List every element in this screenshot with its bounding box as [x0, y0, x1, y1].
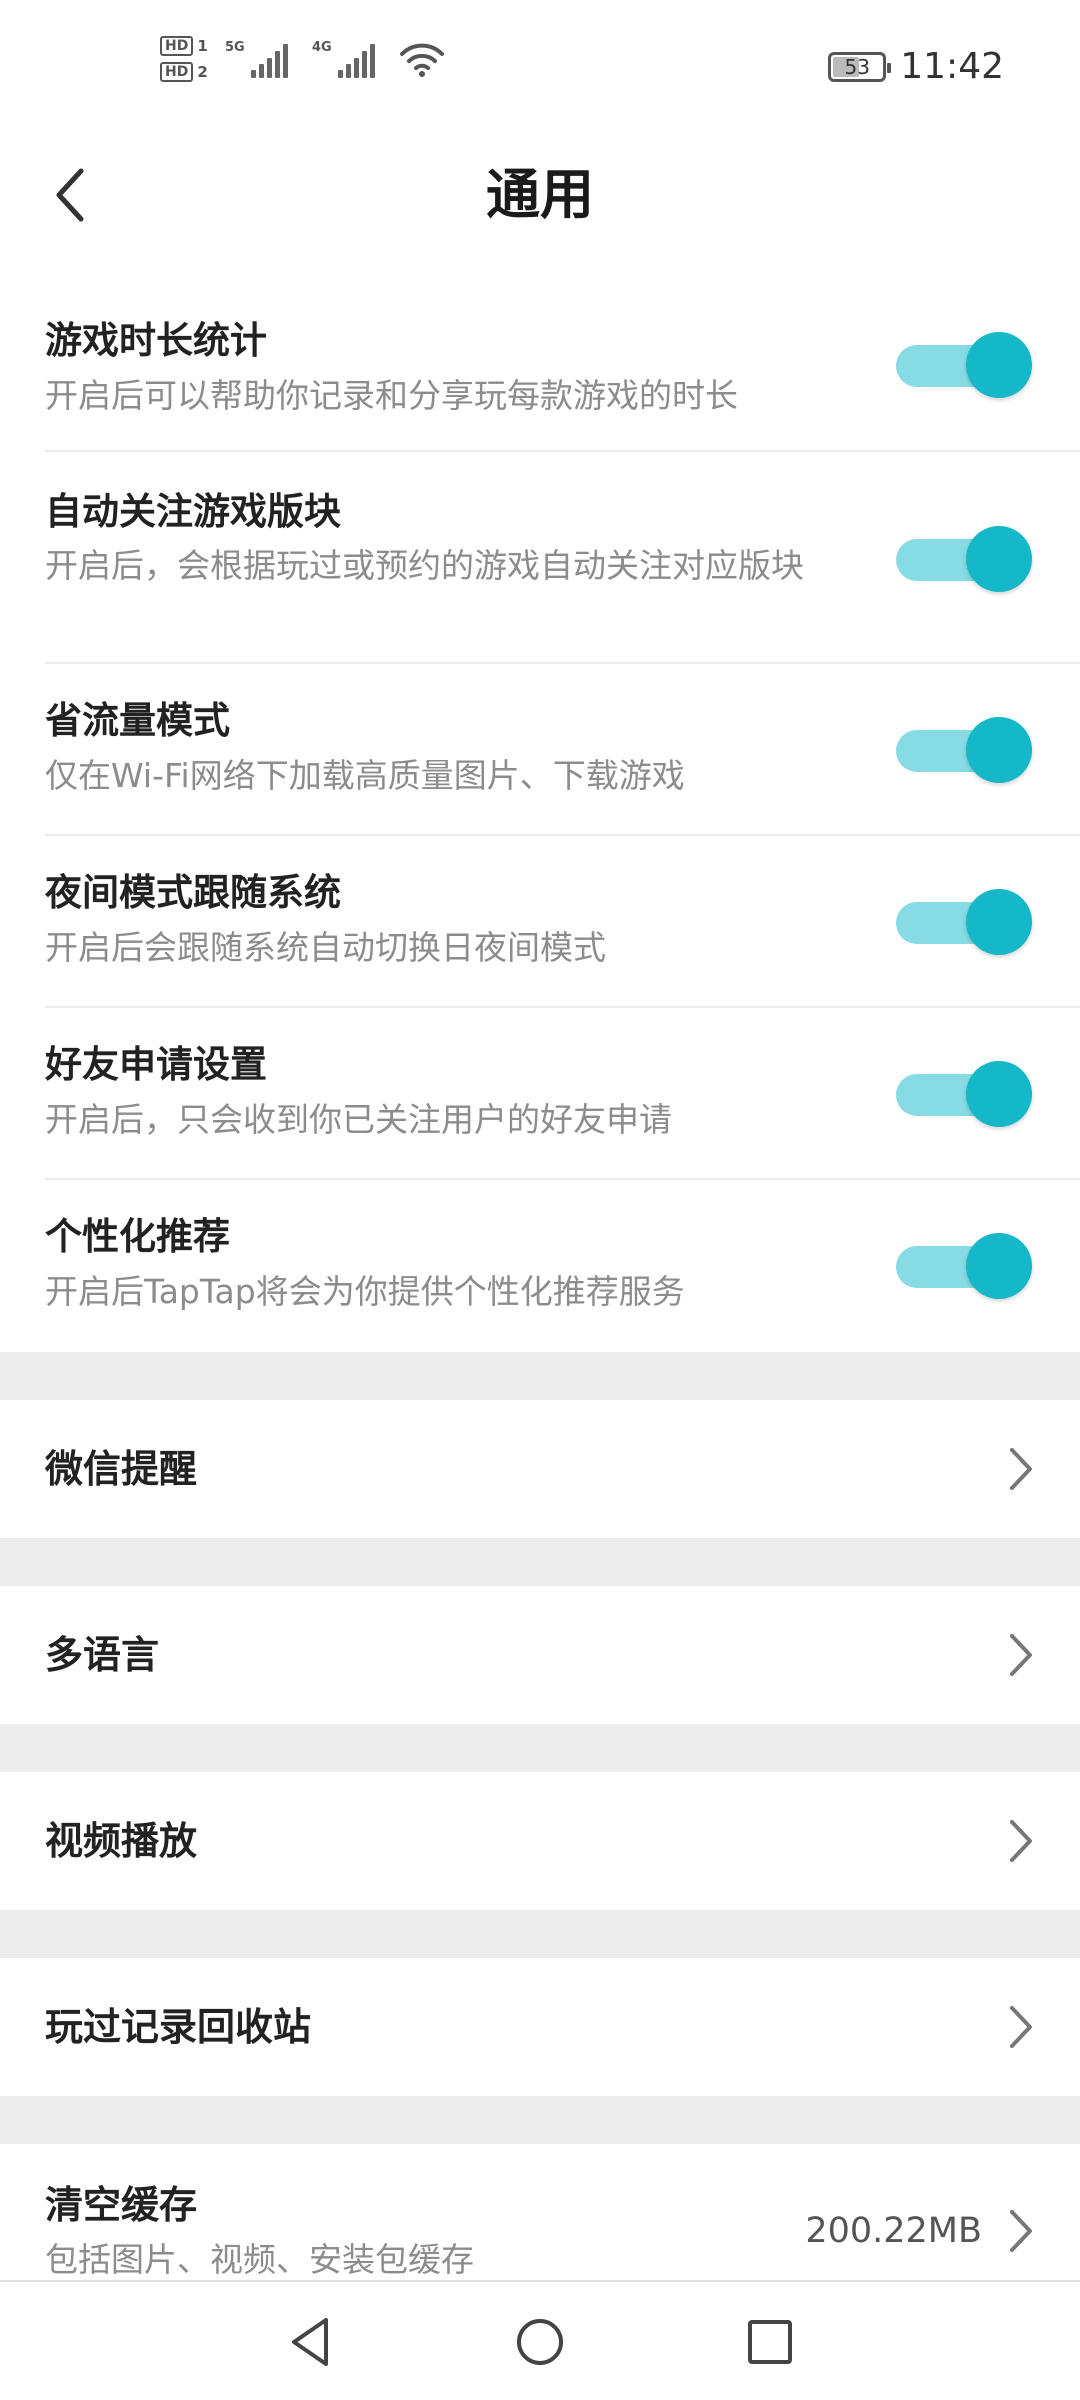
- setting-description: 开启后，只会收到你已关注用户的好友申请: [45, 1100, 672, 1139]
- signal-5g-icon: 5G: [225, 40, 288, 78]
- square-recent-icon[interactable]: [740, 2312, 800, 2372]
- hd-badge-2: HD: [160, 62, 194, 82]
- setting-description: 开启后TapTap将会为你提供个性化推荐服务: [45, 1272, 685, 1311]
- system-navigation-bar: [0, 2280, 1080, 2400]
- chevron-right-icon: [1010, 2210, 1032, 2252]
- sim-2-label: 2: [197, 63, 208, 81]
- hd-badge-1: HD: [160, 36, 194, 56]
- setting-title: 个性化推荐: [45, 1215, 230, 1258]
- app-header: 通用: [0, 130, 1080, 260]
- setting-title: 夜间模式跟随系统: [45, 871, 341, 914]
- nav-row-label: 多语言: [45, 1633, 160, 1677]
- toggle-switch[interactable]: [896, 330, 1032, 400]
- nav-row-video-playback[interactable]: 视频播放: [0, 1772, 1080, 1910]
- chevron-right-icon: [1010, 1448, 1032, 1490]
- chevron-right-icon: [1010, 1634, 1032, 1676]
- clock: 11:42: [900, 46, 1004, 87]
- battery-icon: 53: [828, 51, 892, 82]
- nav-row-language[interactable]: 多语言: [0, 1586, 1080, 1724]
- page-title: 通用: [486, 163, 594, 226]
- setting-description: 仅在Wi-Fi网络下加载高质量图片、下载游戏: [45, 756, 685, 795]
- setting-title: 好友申请设置: [45, 1043, 267, 1086]
- setting-row-playtime-stats: 游戏时长统计 开启后可以帮助你记录和分享玩每款游戏的时长: [45, 300, 1080, 452]
- setting-title: 自动关注游戏版块: [45, 490, 341, 533]
- setting-row-auto-follow: 自动关注游戏版块 开启后，会根据玩过或预约的游戏自动关注对应版块: [45, 452, 1080, 664]
- wifi-icon: [400, 43, 444, 77]
- section-divider: [0, 1910, 1080, 1958]
- chevron-right-icon: [1010, 1820, 1032, 1862]
- nav-row-label: 玩过记录回收站: [45, 2005, 312, 2049]
- nav-row-label: 清空缓存: [45, 2183, 198, 2227]
- status-bar: HD 1 HD 2 5G 4G 53 11:42: [0, 0, 1080, 130]
- setting-row-night-mode: 夜间模式跟随系统 开启后会跟随系统自动切换日夜间模式: [45, 836, 1080, 1008]
- section-divider: [0, 1538, 1080, 1586]
- chevron-right-icon: [1010, 2006, 1032, 2048]
- circle-home-icon[interactable]: [510, 2312, 570, 2372]
- setting-description: 开启后，会根据玩过或预约的游戏自动关注对应版块: [45, 546, 804, 585]
- toggle-switch[interactable]: [896, 524, 1032, 594]
- setting-description: 开启后可以帮助你记录和分享玩每款游戏的时长: [45, 376, 738, 415]
- setting-row-friend-request: 好友申请设置 开启后，只会收到你已关注用户的好友申请: [45, 1008, 1080, 1180]
- battery-level: 53: [844, 54, 870, 79]
- setting-row-data-saver: 省流量模式 仅在Wi-Fi网络下加载高质量图片、下载游戏: [45, 664, 1080, 836]
- setting-title: 省流量模式: [45, 699, 230, 742]
- nav-row-clear-cache[interactable]: 清空缓存 包括图片、视频、安装包缓存 200.22MB: [0, 2144, 1080, 2280]
- toggle-switch[interactable]: [896, 1231, 1032, 1301]
- cache-size: 200.22MB: [805, 2211, 982, 2251]
- section-divider: [0, 2096, 1080, 2144]
- nav-row-played-history-bin[interactable]: 玩过记录回收站: [0, 1958, 1080, 2096]
- sim-indicators: HD 1 HD 2: [160, 36, 208, 82]
- cache-description: 包括图片、视频、安装包缓存: [45, 2240, 474, 2279]
- nav-row-label: 视频播放: [45, 1819, 198, 1863]
- toggle-switch[interactable]: [896, 715, 1032, 785]
- section-divider: [0, 1352, 1080, 1400]
- setting-row-personalized: 个性化推荐 开启后TapTap将会为你提供个性化推荐服务: [45, 1180, 1080, 1352]
- sim-1-label: 1: [197, 37, 208, 55]
- triangle-back-icon[interactable]: [280, 2312, 340, 2372]
- toggle-switch[interactable]: [896, 887, 1032, 957]
- toggle-switch[interactable]: [896, 1059, 1032, 1129]
- setting-description: 开启后会跟随系统自动切换日夜间模式: [45, 928, 606, 967]
- nav-row-wechat-reminder[interactable]: 微信提醒: [0, 1400, 1080, 1538]
- section-divider: [0, 1724, 1080, 1772]
- signal-4g-icon: 4G: [312, 40, 375, 78]
- setting-title: 游戏时长统计: [45, 319, 267, 362]
- nav-row-label: 微信提醒: [45, 1447, 198, 1491]
